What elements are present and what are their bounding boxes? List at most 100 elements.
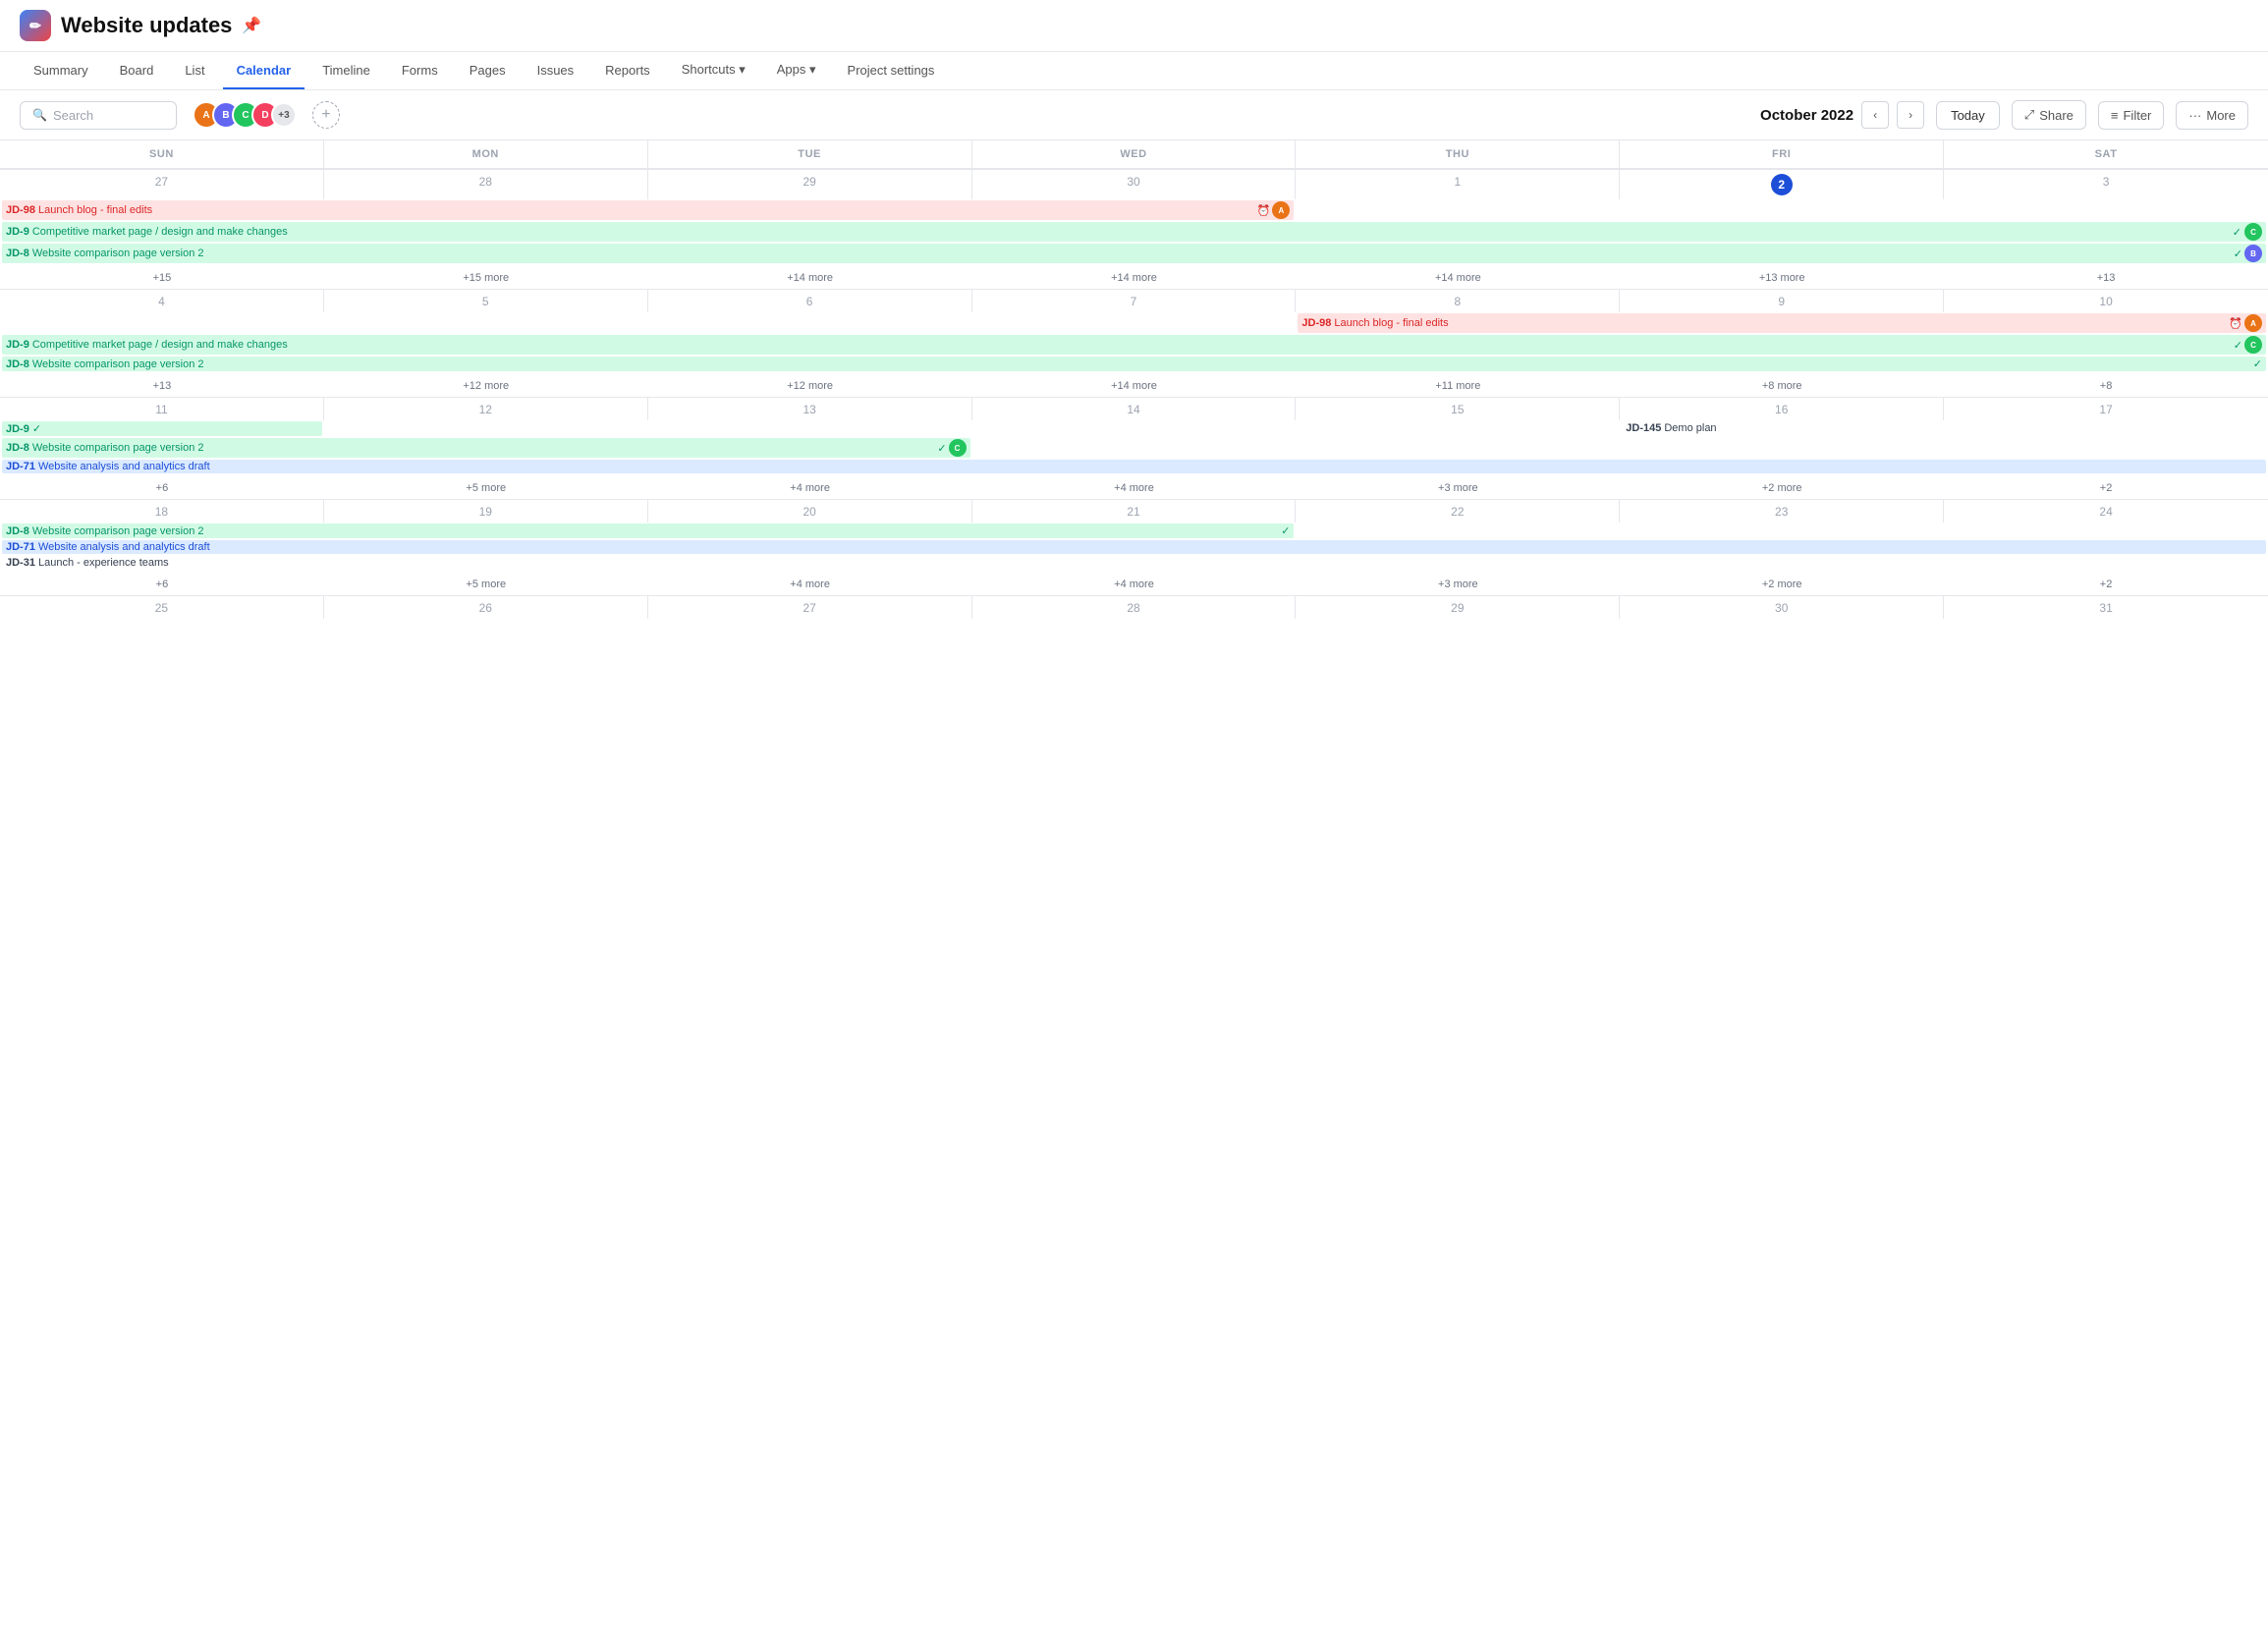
more-19[interactable]: +5 more	[464, 578, 508, 591]
tab-pages[interactable]: Pages	[456, 53, 520, 89]
week-3-day-nums: 11 12 13 14 15 16 17	[0, 398, 2268, 420]
more-2[interactable]: +13 more	[1757, 271, 1807, 285]
header-tue: TUE	[648, 140, 972, 169]
event-id: JD-71	[6, 541, 35, 553]
more-21[interactable]: +4 more	[1112, 578, 1156, 591]
more-11[interactable]: +6	[154, 481, 171, 495]
more-4[interactable]: +13	[151, 379, 174, 393]
header-thu: THU	[1296, 140, 1620, 169]
week-2-event-row-1: JD-98 Launch blog - final edits ⏰ A	[0, 313, 2268, 334]
more-17[interactable]: +2	[2098, 481, 2115, 495]
event-jd8-w1[interactable]: JD-8 Website comparison page version 2 ✓…	[2, 244, 2266, 263]
more-15[interactable]: +3 more	[1436, 481, 1480, 495]
event-id: JD-8	[6, 525, 29, 537]
more-8[interactable]: +11 more	[1433, 379, 1482, 393]
event-jd145[interactable]: JD-145 Demo plan	[1622, 421, 1942, 435]
event-id: JD-8	[6, 248, 29, 259]
tab-reports[interactable]: Reports	[591, 53, 664, 89]
more-12[interactable]: +5 more	[464, 481, 508, 495]
prev-month-button[interactable]: ‹	[1861, 101, 1889, 129]
event-jd9-inline[interactable]: JD-9 ✓	[2, 421, 322, 436]
filter-icon: ≡	[2111, 108, 2119, 123]
tab-project-settings[interactable]: Project settings	[834, 53, 949, 89]
week-3-event-row-2: JD-71 Website analysis and analytics dra…	[0, 460, 2268, 474]
share-icon: ⤢	[2024, 107, 2034, 123]
tab-board[interactable]: Board	[106, 53, 168, 89]
week-3-inline-row: JD-9 ✓ JD-145 Demo plan	[0, 421, 2268, 437]
event-id: JD-8	[6, 442, 29, 454]
app-logo: ✏	[20, 10, 51, 41]
more-23[interactable]: +2 more	[1760, 578, 1804, 591]
filter-label: Filter	[2123, 108, 2151, 123]
event-jd8-w4[interactable]: JD-8 Website comparison page version 2 ✓	[2, 523, 1294, 538]
more-9[interactable]: +8 more	[1760, 379, 1804, 393]
nav-tabs: Summary Board List Calendar Timeline For…	[0, 52, 2268, 90]
event-jd98-w1[interactable]: JD-98 Launch blog - final edits ⏰ A	[2, 200, 1294, 220]
cell-oct2: 2	[1620, 170, 1944, 199]
avatar-more[interactable]: +3	[271, 102, 297, 128]
more-10[interactable]: +8	[2098, 379, 2115, 393]
more-button[interactable]: ··· More	[2176, 101, 2248, 130]
header-sun: SUN	[0, 140, 324, 169]
more-1[interactable]: +14 more	[1433, 271, 1483, 285]
add-member-button[interactable]: +	[312, 101, 340, 129]
more-27[interactable]: +15	[151, 271, 174, 285]
event-jd98-w2[interactable]: JD-98 Launch blog - final edits ⏰ A	[1298, 313, 2266, 333]
week-3: 11 12 13 14 15 16 17 JD-9 ✓ JD-145	[0, 398, 2268, 500]
week-4-more-row: +6 +5 more +4 more +4 more +3 more +2 mo…	[0, 572, 2268, 595]
event-jd9-w1[interactable]: JD-9 Competitive market page / design an…	[2, 222, 2266, 242]
event-id: JD-98	[1301, 317, 1331, 329]
today-button[interactable]: Today	[1936, 101, 2000, 130]
week-4-day-nums: 18 19 20 21 22 23 24	[0, 500, 2268, 522]
tab-apps[interactable]: Apps ▾	[763, 52, 830, 89]
event-jd9-w2[interactable]: JD-9 Competitive market page / design an…	[2, 335, 2266, 355]
filter-button[interactable]: ≡ Filter	[2098, 101, 2164, 130]
pin-icon[interactable]: 📌	[242, 16, 261, 35]
next-month-button[interactable]: ›	[1897, 101, 1924, 129]
more-6[interactable]: +12 more	[785, 379, 835, 393]
event-id: JD-31	[6, 557, 35, 569]
event-id: JD-71	[6, 461, 35, 472]
week-2-event-row-2: JD-9 Competitive market page / design an…	[0, 335, 2268, 356]
share-button[interactable]: ⤢ Share	[2012, 100, 2086, 130]
week-4-event-row-1: JD-8 Website comparison page version 2 ✓	[0, 523, 2268, 539]
more-18[interactable]: +6	[154, 578, 171, 591]
search-box[interactable]: 🔍 Search	[20, 101, 177, 130]
cell-28: 28	[324, 170, 648, 199]
tab-calendar[interactable]: Calendar	[223, 53, 305, 89]
tab-timeline[interactable]: Timeline	[308, 53, 384, 89]
week-4: 18 19 20 21 22 23 24 JD-8 Website compar…	[0, 500, 2268, 596]
avatar-ev3: C	[949, 439, 967, 457]
tab-summary[interactable]: Summary	[20, 53, 102, 89]
more-7[interactable]: +14 more	[1109, 379, 1159, 393]
tab-forms[interactable]: Forms	[388, 53, 452, 89]
more-28[interactable]: +15 more	[461, 271, 511, 285]
more-22[interactable]: +3 more	[1436, 578, 1480, 591]
more-5[interactable]: +12 more	[461, 379, 511, 393]
event-id: JD-9	[6, 226, 29, 238]
event-id: JD-9	[6, 423, 29, 435]
app-header: ✏ Website updates 📌	[0, 0, 2268, 52]
tab-issues[interactable]: Issues	[524, 53, 588, 89]
more-3[interactable]: +13	[2095, 271, 2118, 285]
tab-shortcuts[interactable]: Shortcuts ▾	[668, 52, 759, 89]
event-jd8-w3[interactable]: JD-8 Website comparison page version 2 ✓…	[2, 438, 970, 458]
event-jd71-w4[interactable]: JD-71 Website analysis and analytics dra…	[2, 540, 2266, 554]
avatar-event-3: B	[2244, 245, 2262, 262]
more-29[interactable]: +14 more	[785, 271, 835, 285]
more-30[interactable]: +14 more	[1109, 271, 1159, 285]
event-jd31-w4[interactable]: JD-31 Launch - experience teams	[2, 556, 2266, 570]
more-20[interactable]: +4 more	[788, 578, 832, 591]
tab-list[interactable]: List	[171, 53, 218, 89]
more-24[interactable]: +2	[2098, 578, 2115, 591]
search-label: Search	[53, 108, 93, 123]
more-14[interactable]: +4 more	[1112, 481, 1156, 495]
event-id: JD-8	[6, 358, 29, 370]
event-jd71-w3[interactable]: JD-71 Website analysis and analytics dra…	[2, 460, 2266, 473]
header-mon: MON	[324, 140, 648, 169]
event-jd8-w2[interactable]: JD-8 Website comparison page version 2 ✓	[2, 357, 2266, 371]
more-16[interactable]: +2 more	[1760, 481, 1804, 495]
more-13[interactable]: +4 more	[788, 481, 832, 495]
avatars-group: A B C D +3	[193, 101, 297, 129]
avatar-ev: A	[2244, 314, 2262, 332]
